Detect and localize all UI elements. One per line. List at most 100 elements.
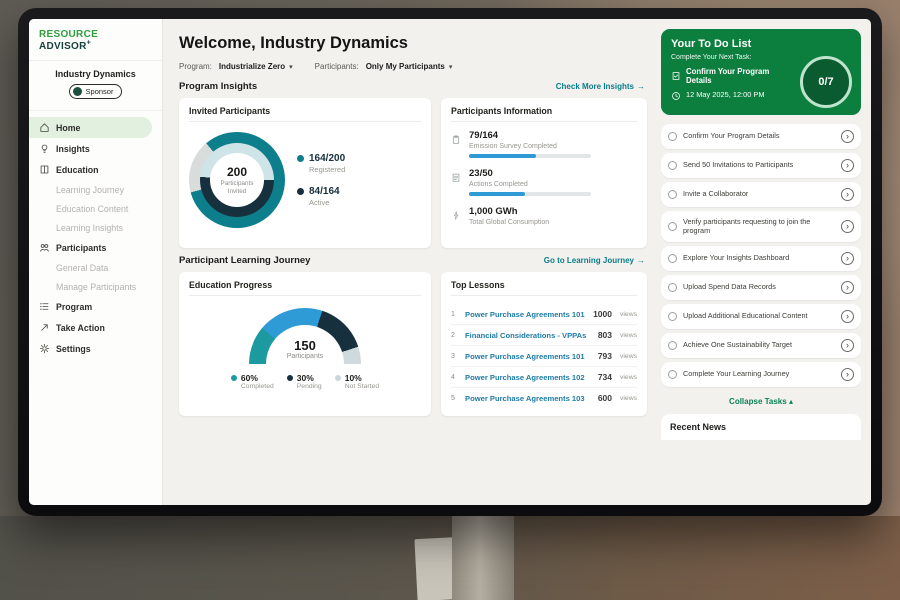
checkbox-icon[interactable] [668, 132, 677, 141]
sponsor-badge-label: Sponsor [86, 87, 114, 96]
checkbox-icon[interactable] [668, 341, 677, 350]
scene-background: RESOURCE ADVISOR+ Industry Dynamics Spon… [0, 0, 900, 600]
link-label: Check More Insights [556, 82, 634, 91]
section-title: Program Insights [179, 81, 257, 92]
chevron-right-icon[interactable]: › [841, 188, 854, 201]
sidebar-item-insights[interactable]: Insights [29, 138, 162, 159]
task-row[interactable]: Confirm Your Program Details › [661, 124, 861, 149]
task-row[interactable]: Upload Spend Data Records › [661, 275, 861, 300]
checkbox-icon[interactable] [668, 190, 677, 199]
checkbox-icon[interactable] [668, 370, 677, 379]
lesson-link[interactable]: Power Purchase Agreements 102 [465, 373, 592, 382]
go-to-learning-journey-link[interactable]: Go to Learning Journey → [544, 256, 645, 265]
lesson-views: 600 [598, 393, 612, 403]
progress-bar [469, 192, 591, 196]
legend-dot [335, 375, 341, 381]
lesson-link[interactable]: Financial Considerations - VPPAs [465, 331, 592, 340]
task-row[interactable]: Upload Additional Educational Content › [661, 304, 861, 329]
task-row[interactable]: Verify participants requesting to join t… [661, 211, 861, 242]
legend-item-active: 84/164 Active [297, 186, 345, 207]
check-more-insights-link[interactable]: Check More Insights → [556, 82, 645, 91]
participants-filter-dropdown[interactable]: Only My Participants ▾ [366, 62, 453, 71]
chevron-right-icon[interactable]: › [841, 368, 854, 381]
chevron-right-icon[interactable]: › [841, 130, 854, 143]
link-label: Go to Learning Journey [544, 256, 634, 265]
education-icon [39, 164, 50, 175]
lesson-link[interactable]: Power Purchase Agreements 101 [465, 352, 592, 361]
chevron-right-icon[interactable]: › [841, 220, 854, 233]
task-label: Upload Additional Educational Content [683, 311, 835, 320]
chevron-right-icon[interactable]: › [841, 281, 854, 294]
task-row[interactable]: Explore Your Insights Dashboard › [661, 246, 861, 271]
task-row[interactable]: Send 50 Invitations to Participants › [661, 153, 861, 178]
lesson-row[interactable]: 5 Power Purchase Agreements 103 600 view… [451, 388, 637, 408]
legend-item-pending: 30% Pending [287, 373, 322, 390]
home-icon [39, 122, 50, 133]
lesson-link[interactable]: Power Purchase Agreements 103 [465, 394, 592, 403]
task-row[interactable]: Complete Your Learning Journey › [661, 362, 861, 387]
task-row[interactable]: Achieve One Sustainability Target › [661, 333, 861, 358]
legend-value: 10% [345, 373, 379, 383]
sidebar-item-education[interactable]: Education [29, 159, 162, 180]
lesson-link[interactable]: Power Purchase Agreements 101 [465, 310, 587, 319]
sidebar-item-participants[interactable]: Participants [29, 237, 162, 258]
collapse-tasks-link[interactable]: Collapse Tasks ▴ [661, 392, 861, 409]
recent-news-card[interactable]: Recent News [661, 414, 861, 440]
take-action-icon [39, 322, 50, 333]
checkbox-icon[interactable] [668, 312, 677, 321]
sidebar-item-label: Program [56, 302, 92, 312]
participants-icon [39, 242, 50, 253]
info-value: 23/50 [469, 168, 591, 179]
chevron-right-icon[interactable]: › [841, 339, 854, 352]
brand-logo: RESOURCE ADVISOR+ [29, 19, 162, 61]
org-block: Industry Dynamics Sponsor [29, 61, 162, 111]
lesson-row[interactable]: 3 Power Purchase Agreements 101 793 view… [451, 346, 637, 367]
checkbox-icon[interactable] [668, 254, 677, 263]
legend-dot [297, 155, 304, 162]
chevron-right-icon[interactable]: › [841, 159, 854, 172]
sidebar-item-general-data[interactable]: General Data [29, 258, 162, 277]
checkbox-icon[interactable] [668, 222, 677, 231]
sponsor-badge[interactable]: Sponsor [69, 84, 123, 99]
chevron-right-icon[interactable]: › [841, 310, 854, 323]
lesson-views: 1000 [593, 309, 612, 319]
chevron-up-icon: ▴ [789, 397, 793, 406]
sidebar-item-home[interactable]: Home [29, 117, 152, 138]
sidebar-item-label: Education Content [56, 204, 128, 214]
chevron-down-icon: ▾ [449, 63, 453, 71]
sidebar-item-label: Home [56, 123, 80, 133]
sidebar-item-settings[interactable]: Settings [29, 338, 162, 359]
legend-item-completed: 60% Completed [231, 373, 274, 390]
lesson-rank: 5 [451, 395, 459, 402]
lesson-row[interactable]: 1 Power Purchase Agreements 101 1000 vie… [451, 304, 637, 325]
sidebar-item-education-content[interactable]: Education Content [29, 199, 162, 218]
sidebar-item-label: Take Action [56, 323, 105, 333]
task-row[interactable]: Invite a Collaborator › [661, 182, 861, 207]
gauge-center-label: Participants [287, 353, 324, 360]
progress-bar [469, 154, 591, 158]
chevron-right-icon[interactable]: › [841, 252, 854, 265]
insights-icon [39, 143, 50, 154]
sidebar-item-manage-participants[interactable]: Manage Participants [29, 277, 162, 296]
todo-datetime: 12 May 2025, 12:00 PM [686, 91, 764, 100]
sidebar: RESOURCE ADVISOR+ Industry Dynamics Spon… [29, 19, 163, 505]
gauge-center-value: 150 [294, 338, 316, 353]
education-progress-card: Education Progress 150 Participants [179, 272, 431, 416]
lesson-row[interactable]: 2 Financial Considerations - VPPAs 803 v… [451, 325, 637, 346]
lesson-views-label: views [620, 311, 637, 318]
lesson-views-label: views [620, 353, 637, 360]
gauge-legend: 60% Completed 30% Pending [231, 373, 379, 390]
info-label: Emission Survey Completed [469, 143, 591, 150]
sidebar-item-program[interactable]: Program [29, 296, 162, 317]
sidebar-item-learning-journey[interactable]: Learning Journey [29, 180, 162, 199]
sidebar-item-take-action[interactable]: Take Action [29, 317, 162, 338]
legend-label: Completed [241, 383, 274, 390]
sidebar-item-label: Learning Insights [56, 223, 123, 233]
program-filter-dropdown[interactable]: Industrialize Zero ▾ [219, 62, 293, 71]
sidebar-item-learning-insights[interactable]: Learning Insights [29, 218, 162, 237]
checkbox-icon[interactable] [668, 283, 677, 292]
sidebar-nav: Home Insights Education Learning Journey [29, 111, 162, 365]
insights-cards-row: Invited Participants 200 Participants In… [179, 98, 647, 248]
checkbox-icon[interactable] [668, 161, 677, 170]
lesson-row[interactable]: 4 Power Purchase Agreements 102 734 view… [451, 367, 637, 388]
